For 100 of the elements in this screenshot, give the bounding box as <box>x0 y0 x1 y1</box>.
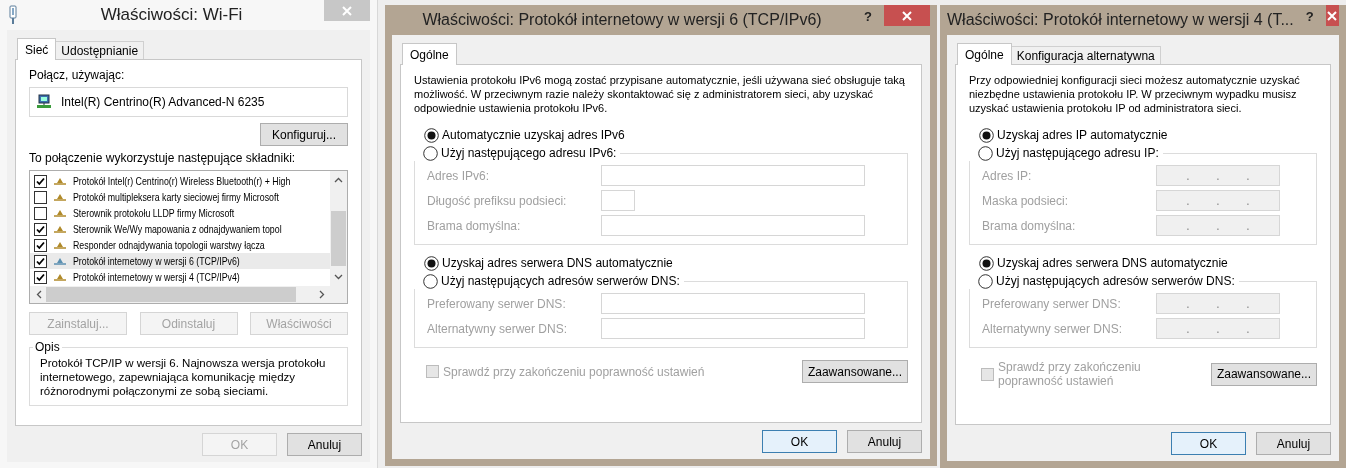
input-field[interactable] <box>601 190 635 211</box>
scroll-up-icon[interactable] <box>334 177 343 183</box>
radio-button[interactable] <box>978 145 993 161</box>
window-title: Właściwości: Wi-Fi <box>99 5 244 25</box>
scrollbar[interactable] <box>30 286 347 303</box>
item-label: Protokół Intel(r) Centrino(r) Wireless Bluetooth(r) + High <box>73 175 291 187</box>
close-button[interactable] <box>884 5 930 26</box>
network-component-icon <box>53 256 67 266</box>
network-component-icon <box>53 224 67 234</box>
checkbox[interactable] <box>34 222 47 236</box>
section-label: To połączenie wykorzystuje następujące składniki: <box>29 151 297 165</box>
tab[interactable]: Ogólne <box>402 43 457 65</box>
configure-button[interactable]: Konfiguruj... <box>260 123 348 146</box>
description-text: Protokół TCP/IP w wersji 6. Najnowsza wersja protokołu internetowego, zapewniająca komunikację między różnorodnymi połączonymi ze sobą sieciami. <box>40 356 327 398</box>
checkbox-label: Sprawdź przy zakończeniu poprawność ustawień <box>998 360 1142 388</box>
field-label: Brama domyślna: <box>982 218 1077 233</box>
scrollbar[interactable] <box>330 171 347 286</box>
list-item[interactable]: Protokół multipleksera karty sieciowej firmy Microsoft <box>30 189 330 205</box>
dialog-button[interactable]: OK <box>762 430 837 453</box>
option-label: Automatycznie uzyskaj adres IPv6 <box>442 128 625 142</box>
item-label: Protokół internetowy w wersji 4 (TCP/IPv4) <box>73 271 240 283</box>
radio-button[interactable] <box>424 255 439 271</box>
section-label: Połącz, używając: <box>29 68 126 82</box>
radio-option[interactable]: Użyj następujących adresów serwerów DNS: <box>978 273 1235 289</box>
network-adapter-icon <box>36 94 52 110</box>
list-item[interactable]: Sterownik We/Wy mapowania z odnajdywaniem topol <box>30 221 330 237</box>
field-label: Brama domyślna: <box>427 218 522 233</box>
checkbox[interactable] <box>34 270 47 284</box>
item-label: Protokół multipleksera karty sieciowej firmy Microsoft <box>73 191 279 203</box>
field-label: Preferowany serwer DNS: <box>427 296 567 311</box>
dialog-button[interactable]: Anuluj <box>1256 432 1331 455</box>
checkbox[interactable] <box>34 238 47 252</box>
option-label: Użyj następujących adresów serwerów DNS: <box>441 274 680 288</box>
radio-option[interactable]: Automatycznie uzyskaj adres IPv6 <box>424 127 908 143</box>
radio-button[interactable] <box>424 127 439 143</box>
network-plug-icon <box>7 5 19 25</box>
close-button[interactable] <box>1325 5 1339 26</box>
checkbox[interactable] <box>34 206 47 220</box>
input-field[interactable] <box>601 318 865 339</box>
radio-button[interactable] <box>423 273 438 289</box>
help-button[interactable]: ? <box>1299 8 1320 24</box>
scroll-down-icon[interactable] <box>334 274 343 280</box>
field-label: Długość prefiksu podsieci: <box>427 193 568 208</box>
list-item[interactable]: Protokół internetowy w wersji 4 (TCP/IPv4) <box>30 269 330 285</box>
radio-option[interactable]: Uzyskaj adres serwera DNS automatycznie <box>979 255 1317 271</box>
scroll-thumb[interactable] <box>46 287 296 302</box>
radio-button[interactable] <box>423 145 438 161</box>
field-label: Preferowany serwer DNS: <box>982 296 1122 311</box>
radio-option[interactable]: Uzyskaj adres serwera DNS automatycznie <box>424 255 908 271</box>
scroll-left-icon[interactable] <box>36 290 42 299</box>
option-label: Użyj następującego adresu IP: <box>996 146 1159 160</box>
field-label: Adres IPv6: <box>427 168 491 183</box>
network-component-icon <box>53 192 67 202</box>
field-label: Alternatywny serwer DNS: <box>982 321 1124 336</box>
tab[interactable]: Konfiguracja alternatywna <box>1010 46 1161 64</box>
dialog-button[interactable]: Anuluj <box>847 430 922 453</box>
field-label: Alternatywny serwer DNS: <box>427 321 569 336</box>
window-title: Właściwości: Protokół internetowy w wersji 6 (TCP/IPv6) <box>421 11 823 29</box>
radio-button[interactable] <box>979 255 994 271</box>
window-title: Właściwości: Protokół internetowy w wersji 4 (T... <box>947 11 1294 29</box>
radio-button[interactable] <box>979 127 994 143</box>
radio-option[interactable]: Użyj następującego adresu IPv6: <box>423 145 617 161</box>
checkbox[interactable] <box>34 254 47 268</box>
tab[interactable]: Ogólne <box>957 43 1012 65</box>
field-label: Maska podsieci: <box>982 193 1070 208</box>
close-icon <box>902 10 912 21</box>
group-title: Opis <box>34 340 61 354</box>
scroll-thumb[interactable] <box>331 211 346 266</box>
list-item[interactable]: Sterownik protokołu LLDP firmy Microsoft <box>30 205 330 221</box>
dialog-button[interactable]: OK <box>1171 432 1246 455</box>
advanced-button[interactable]: Zaawansowane... <box>1210 362 1317 386</box>
list-item[interactable]: Responder odnajdywania topologii warstwy łącza <box>30 237 330 253</box>
item-label: Sterownik protokołu LLDP firmy Microsoft <box>73 207 235 219</box>
input-field[interactable] <box>601 215 865 236</box>
scroll-right-icon[interactable] <box>319 290 325 299</box>
list-item[interactable]: Protokół Intel(r) Centrino(r) Wireless Bluetooth(r) + High <box>30 173 330 189</box>
radio-option[interactable]: Użyj następującego adresu IP: <box>978 145 1159 161</box>
option-label: Uzyskaj adres serwera DNS automatycznie <box>997 256 1228 270</box>
option-label: Użyj następującego adresu IPv6: <box>441 146 617 160</box>
radio-button[interactable] <box>978 273 993 289</box>
input-field[interactable] <box>601 293 865 314</box>
advanced-button[interactable]: Zaawansowane... <box>801 360 908 383</box>
list-item[interactable]: Protokół internetowy w wersji 6 (TCP/IPv6) <box>30 253 330 269</box>
radio-option[interactable]: Użyj następujących adresów serwerów DNS: <box>423 273 680 289</box>
item-label: Protokół internetowy w wersji 6 (TCP/IPv6) <box>73 255 240 267</box>
field-label: Adres IP: <box>982 168 1033 183</box>
network-component-icon <box>53 176 67 186</box>
option-label: Użyj następujących adresów serwerów DNS: <box>996 274 1235 288</box>
network-component-icon <box>53 272 67 282</box>
intro-text: Ustawienia protokołu IPv6 mogą zostać przypisane automatycznie, jeśli używana sieć obsługuje taką możliwość. W przeciwnym razie należy skontaktować się z administratorem sieci, aby uzyskać odpowiednie ustawienia protokołu IPv6. <box>414 73 906 115</box>
checkbox[interactable] <box>34 174 47 188</box>
option-label: Uzyskaj adres IP automatycznie <box>997 128 1168 142</box>
radio-option[interactable]: Uzyskaj adres IP automatycznie <box>979 127 1317 143</box>
close-icon <box>1327 10 1338 21</box>
network-component-icon <box>53 208 67 218</box>
input-field[interactable] <box>601 165 865 186</box>
checkbox[interactable] <box>34 190 47 204</box>
intro-text: Przy odpowiedniej konfiguracji sieci możesz automatycznie uzyskać niezbędne ustawienia protokołu IP. W przeciwnym wypadku musisz uzyskać ustawienia protokołu IP od administratora sieci. <box>969 73 1301 115</box>
help-button[interactable]: ? <box>858 8 878 24</box>
item-label: Sterownik We/Wy mapowania z odnajdywaniem topol <box>73 223 282 235</box>
